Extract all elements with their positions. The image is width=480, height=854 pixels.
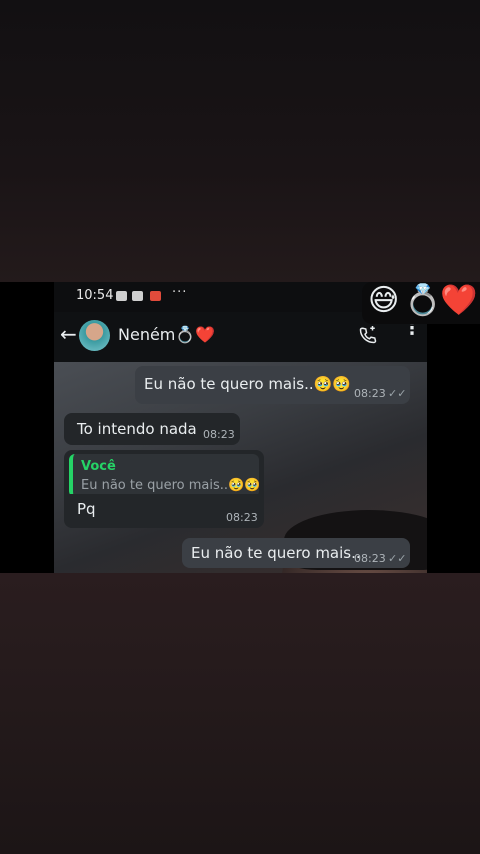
menu-icon[interactable]: ⋮ — [403, 320, 421, 338]
app-icon — [132, 291, 143, 301]
message-time: 08:23 — [203, 428, 235, 441]
quoted-text: Eu não te quero mais..🥹🥹 — [81, 478, 261, 493]
background-bottom — [0, 573, 480, 854]
message-text: To intendo nada — [77, 420, 197, 438]
more-notifications-icon: ··· — [172, 285, 188, 300]
background-top — [0, 0, 480, 282]
message-text: Eu não te quero mais.. — [191, 544, 361, 562]
emoji-sticker: 😅 💍 ❤️ — [362, 282, 480, 324]
ring-emoji: 💍 — [404, 283, 442, 318]
letterbox-left — [0, 282, 54, 573]
contact-name[interactable]: Neném💍❤️ — [118, 325, 215, 344]
message-time: 08:23 — [354, 552, 386, 565]
read-ticks-icon: ✓✓ — [388, 552, 407, 565]
chat-area: Eu não te quero mais..🥹🥹 08:23 ✓✓ To int… — [54, 362, 427, 573]
gallery-icon — [116, 291, 127, 301]
message-time: 08:23 — [226, 511, 258, 524]
message-bubble-body: Pq 08:23 — [64, 494, 264, 528]
heart-emoji: ❤️ — [440, 283, 478, 318]
quoted-message[interactable]: Você Eu não te quero mais..🥹🥹 — [69, 454, 261, 497]
sweat-smile-emoji: 😅 — [368, 283, 400, 318]
read-ticks-icon: ✓✓ — [388, 387, 407, 400]
avatar[interactable] — [79, 320, 110, 351]
status-time: 10:54 — [76, 288, 114, 303]
back-arrow-icon[interactable]: ← — [60, 322, 77, 346]
chat-screenshot: 10:54 ··· ← Neném💍❤️ ⋮ Eu não te quero m… — [54, 282, 427, 573]
message-time: 08:23 — [354, 387, 386, 400]
notification-icon — [150, 291, 161, 301]
quoted-author: Você — [81, 459, 116, 474]
message-bubble-incoming[interactable]: To intendo nada 08:23 — [64, 413, 240, 445]
message-text: Eu não te quero mais..🥹🥹 — [144, 375, 351, 393]
add-call-icon[interactable] — [359, 326, 377, 344]
message-bubble-outgoing[interactable]: Eu não te quero mais.. 08:23 ✓✓ — [182, 538, 410, 568]
letterbox-right — [427, 282, 480, 573]
message-text: Pq — [77, 500, 96, 518]
message-bubble-outgoing[interactable]: Eu não te quero mais..🥹🥹 08:23 ✓✓ — [135, 366, 410, 404]
